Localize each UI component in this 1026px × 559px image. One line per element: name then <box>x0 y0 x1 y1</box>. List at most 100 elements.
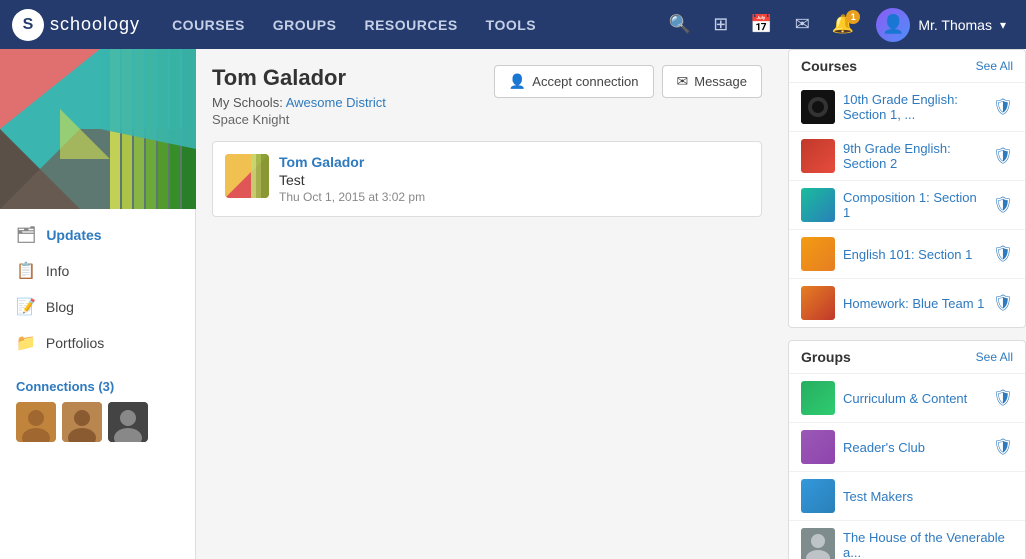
course-label-0[interactable]: 10th Grade English: Section 1, ... <box>843 92 985 122</box>
group-shield-0: 🛡 <box>993 388 1013 408</box>
grid-button[interactable]: ⊞ <box>705 8 736 41</box>
course-shield-0: 🛡 <box>993 97 1013 117</box>
nav-links: COURSES GROUPS RESOURCES TOOLS <box>158 0 661 49</box>
connection-avatar-1[interactable] <box>16 402 56 442</box>
message-icon: ✉ <box>677 73 689 90</box>
sidebar-nav: 🗂 Updates 📋 Info 📝 Blog 📁 Portfolios <box>0 209 195 369</box>
connections-section: Connections (3) <box>0 369 195 452</box>
logo-icon: S <box>12 9 44 41</box>
calendar-button[interactable]: 📅 <box>742 8 780 41</box>
course-shield-1: 🛡 <box>993 146 1013 166</box>
course-thumb-3 <box>801 237 835 271</box>
course-item-1: 9th Grade English: Section 2 🛡 <box>789 132 1025 181</box>
groups-panel-title: Groups <box>801 349 851 365</box>
group-thumb-2 <box>801 479 835 513</box>
profile-header: Tom Galador My Schools: Awesome District… <box>212 65 762 127</box>
notification-badge: 1 <box>846 10 860 24</box>
feed-text: Test <box>279 172 425 188</box>
nav-courses[interactable]: COURSES <box>158 0 259 49</box>
connection-avatar-2[interactable] <box>62 402 102 442</box>
profile-role: Space Knight <box>212 112 386 127</box>
group-thumb-3 <box>801 528 835 559</box>
course-label-2[interactable]: Composition 1: Section 1 <box>843 190 985 220</box>
profile-info: Tom Galador My Schools: Awesome District… <box>212 65 386 127</box>
course-item-2: Composition 1: Section 1 🛡 <box>789 181 1025 230</box>
course-label-1[interactable]: 9th Grade English: Section 2 <box>843 141 985 171</box>
course-thumb-4 <box>801 286 835 320</box>
nav-resources[interactable]: RESOURCES <box>350 0 471 49</box>
nav-tools[interactable]: TOOLS <box>472 0 550 49</box>
sidebar: 🗂 Updates 📋 Info 📝 Blog 📁 Portfolios Con… <box>0 49 196 559</box>
action-buttons: 👤 Accept connection ✉ Message <box>494 65 762 98</box>
course-thumb-1 <box>801 139 835 173</box>
courses-panel-header: Courses See All <box>789 50 1025 83</box>
course-item-3: English 101: Section 1 🛡 <box>789 230 1025 279</box>
group-item-1: Reader's Club 🛡 <box>789 423 1025 472</box>
main-content: Tom Galador My Schools: Awesome District… <box>196 49 778 559</box>
logo[interactable]: S schoology <box>12 9 140 41</box>
connection-avatar-3[interactable] <box>108 402 148 442</box>
feed-content: Tom Galador Test Thu Oct 1, 2015 at 3:02… <box>279 154 425 204</box>
feed-time: Thu Oct 1, 2015 at 3:02 pm <box>279 190 425 204</box>
group-item-0: Curriculum & Content 🛡 <box>789 374 1025 423</box>
course-thumb-2 <box>801 188 835 222</box>
group-item-2: Test Makers <box>789 472 1025 521</box>
feed-avatar <box>225 154 269 198</box>
course-item-4: Homework: Blue Team 1 🛡 <box>789 279 1025 327</box>
chevron-down-icon: ▾ <box>1000 18 1006 32</box>
course-shield-3: 🛡 <box>993 244 1013 264</box>
groups-panel-header: Groups See All <box>789 341 1025 374</box>
groups-see-all[interactable]: See All <box>976 350 1013 364</box>
course-label-3[interactable]: English 101: Section 1 <box>843 247 985 262</box>
right-panel: Courses See All 10th Grade English: Sect… <box>778 49 1026 559</box>
sidebar-item-info[interactable]: 📋 Info <box>0 253 195 289</box>
portfolios-icon: 📁 <box>16 333 36 353</box>
nav-icon-group: 🔍 ⊞ 📅 ✉ 🔔 1 👤 Mr. Thomas ▾ <box>661 8 1014 42</box>
connections-avatars <box>16 402 179 442</box>
courses-see-all[interactable]: See All <box>976 59 1013 73</box>
profile-name: Tom Galador <box>212 65 386 91</box>
school-link[interactable]: Awesome District <box>286 95 386 110</box>
group-thumb-1 <box>801 430 835 464</box>
logo-text: schoology <box>50 14 140 35</box>
blog-icon: 📝 <box>16 297 36 317</box>
search-button[interactable]: 🔍 <box>661 8 699 41</box>
group-shield-1: 🛡 <box>993 437 1013 457</box>
profile-picture <box>0 49 196 209</box>
groups-panel: Groups See All Curriculum & Content 🛡 Re… <box>788 340 1026 559</box>
navbar: S schoology COURSES GROUPS RESOURCES TOO… <box>0 0 1026 49</box>
connections-title: Connections (3) <box>16 379 179 394</box>
course-label-4[interactable]: Homework: Blue Team 1 <box>843 296 985 311</box>
user-name: Mr. Thomas <box>918 17 992 33</box>
content-area: Tom Galador My Schools: Awesome District… <box>196 49 1026 559</box>
main-layout: 🗂 Updates 📋 Info 📝 Blog 📁 Portfolios Con… <box>0 49 1026 559</box>
sidebar-item-blog[interactable]: 📝 Blog <box>0 289 195 325</box>
courses-panel-title: Courses <box>801 58 857 74</box>
group-label-1[interactable]: Reader's Club <box>843 440 985 455</box>
accept-icon: 👤 <box>509 73 526 90</box>
group-label-3[interactable]: The House of the Venerable a... <box>843 530 1013 559</box>
avatar: 👤 <box>876 8 910 42</box>
notifications-button[interactable]: 🔔 1 <box>824 8 862 41</box>
group-item-3: The House of the Venerable a... <box>789 521 1025 559</box>
course-shield-2: 🛡 <box>993 195 1013 215</box>
group-thumb-0 <box>801 381 835 415</box>
course-item-0: 10th Grade English: Section 1, ... 🛡 <box>789 83 1025 132</box>
profile-school: My Schools: Awesome District <box>212 95 386 110</box>
course-shield-4: 🛡 <box>993 293 1013 313</box>
messages-button[interactable]: ✉ <box>787 8 818 41</box>
updates-icon: 🗂 <box>16 225 36 245</box>
user-menu[interactable]: 👤 Mr. Thomas ▾ <box>868 8 1014 42</box>
message-button[interactable]: ✉ Message <box>662 65 762 98</box>
feed-item: Tom Galador Test Thu Oct 1, 2015 at 3:02… <box>212 141 762 217</box>
group-label-2[interactable]: Test Makers <box>843 489 1013 504</box>
course-thumb-0 <box>801 90 835 124</box>
courses-panel: Courses See All 10th Grade English: Sect… <box>788 49 1026 328</box>
sidebar-item-portfolios[interactable]: 📁 Portfolios <box>0 325 195 361</box>
accept-connection-button[interactable]: 👤 Accept connection <box>494 65 654 98</box>
nav-groups[interactable]: GROUPS <box>259 0 351 49</box>
feed-author[interactable]: Tom Galador <box>279 154 425 170</box>
group-label-0[interactable]: Curriculum & Content <box>843 391 985 406</box>
sidebar-item-updates[interactable]: 🗂 Updates <box>0 217 195 253</box>
info-icon: 📋 <box>16 261 36 281</box>
